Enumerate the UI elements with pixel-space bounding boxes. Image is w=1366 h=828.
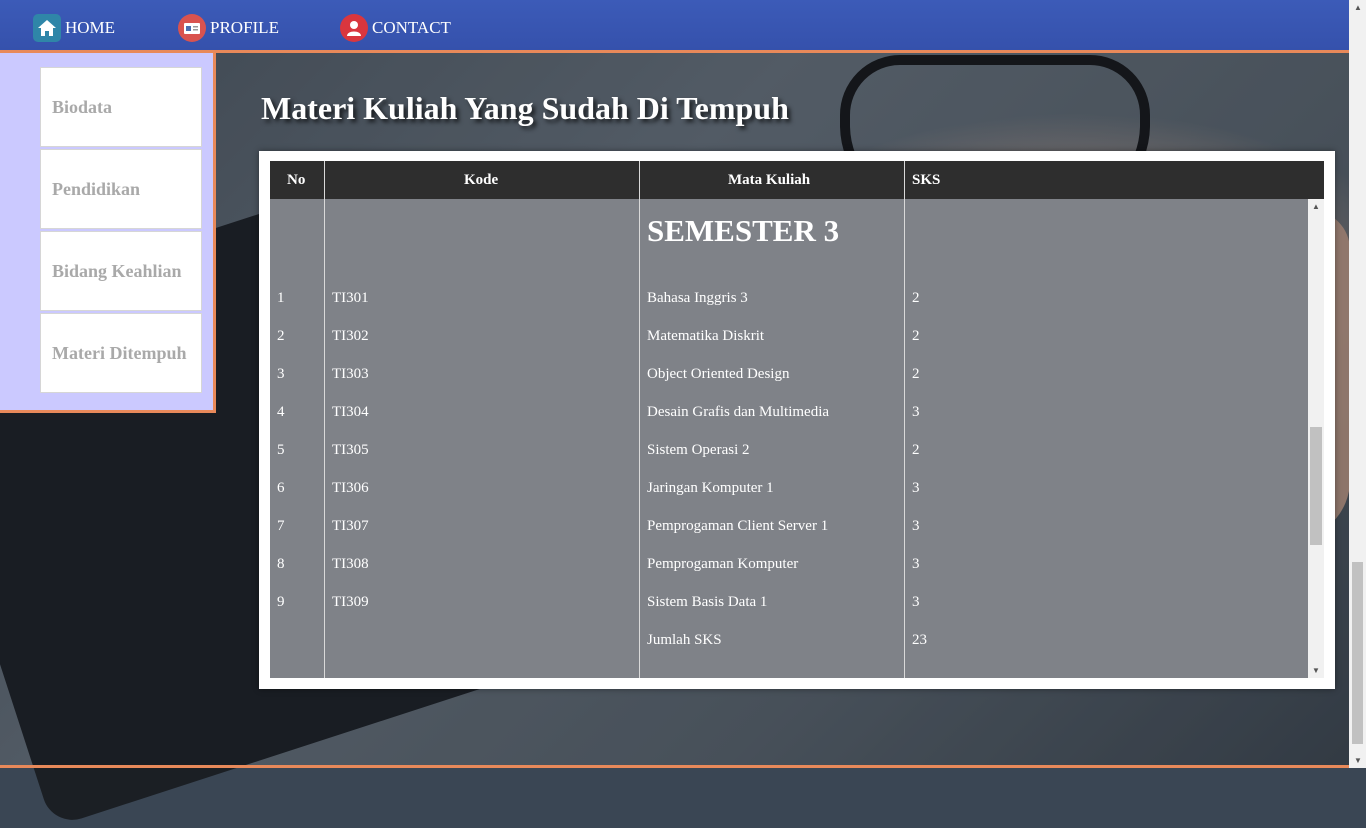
total-label: Jumlah SKS bbox=[647, 632, 722, 648]
sidebar-item-label: Materi Ditempuh bbox=[52, 342, 187, 363]
cell-no: 4 bbox=[277, 404, 285, 420]
cell-sks: 3 bbox=[912, 480, 920, 496]
scroll-down-arrow-icon[interactable]: ▼ bbox=[1312, 666, 1320, 675]
nav-home-label: HOME bbox=[65, 18, 116, 37]
cell-no: 9 bbox=[277, 594, 285, 610]
cell-kode: TI306 bbox=[332, 480, 369, 496]
cell-no: 6 bbox=[277, 480, 285, 496]
cell-sks: 3 bbox=[912, 594, 920, 610]
cell-mata-kuliah: Matematika Diskrit bbox=[647, 328, 765, 344]
cell-kode: TI307 bbox=[332, 518, 369, 534]
table-row: 4 TI304 Desain Grafis dan Multimedia 3 bbox=[270, 404, 1308, 442]
column-header-mata-kuliah: Mata Kuliah bbox=[728, 172, 811, 188]
page-scrollbar[interactable]: ▲ ▼ bbox=[1349, 0, 1366, 768]
table-row: 5 TI305 Sistem Operasi 2 2 bbox=[270, 442, 1308, 480]
table-row: 6 TI306 Jaringan Komputer 1 3 bbox=[270, 480, 1308, 518]
sidebar-item-label: Pendidikan bbox=[52, 178, 141, 199]
sidebar-item-materi-ditempuh[interactable]: Materi Ditempuh bbox=[40, 313, 202, 393]
table-row: 3 TI303 Object Oriented Design 2 bbox=[270, 366, 1308, 404]
sidebar-item-bidang-keahlian[interactable]: Bidang Keahlian bbox=[40, 231, 202, 311]
page-scroll-up-icon[interactable]: ▲ bbox=[1354, 3, 1362, 12]
cell-mata-kuliah: Jaringan Komputer 1 bbox=[647, 480, 774, 496]
cell-kode: TI308 bbox=[332, 556, 369, 572]
cell-no: 5 bbox=[277, 442, 285, 458]
nav-profile-label: PROFILE bbox=[210, 18, 279, 37]
column-divider bbox=[639, 161, 640, 199]
nav-profile[interactable]: PROFILE bbox=[178, 14, 279, 42]
semester-heading: SEMESTER 3 bbox=[647, 213, 840, 248]
cell-sks: 2 bbox=[912, 328, 920, 344]
sidebar: Biodata Pendidikan Bidang Keahlian Mater… bbox=[0, 53, 216, 413]
column-header-sks: SKS bbox=[912, 172, 941, 188]
table-body[interactable]: SEMESTER 3 1 TI301 Bahasa Inggris 3 2 2 … bbox=[270, 199, 1324, 678]
column-header-kode: Kode bbox=[464, 172, 499, 188]
column-header-no: No bbox=[287, 172, 306, 188]
page-title: Materi Kuliah Yang Sudah Di Tempuh bbox=[261, 90, 789, 126]
cell-no: 7 bbox=[277, 518, 285, 534]
cell-kode: TI301 bbox=[332, 290, 369, 306]
cell-kode: TI305 bbox=[332, 442, 369, 458]
sidebar-menu: Biodata Pendidikan Bidang Keahlian Mater… bbox=[40, 67, 202, 395]
nav-home[interactable]: HOME bbox=[33, 14, 115, 42]
cell-mata-kuliah: Pemprogaman Client Server 1 bbox=[647, 518, 829, 534]
cell-kode: TI309 bbox=[332, 594, 369, 610]
table-row: 2 TI302 Matematika Diskrit 2 bbox=[270, 328, 1308, 366]
cell-sks: 2 bbox=[912, 366, 920, 382]
cell-no: 3 bbox=[277, 366, 285, 382]
cell-mata-kuliah: Sistem Basis Data 1 bbox=[647, 594, 768, 610]
cell-sks: 2 bbox=[912, 290, 920, 306]
table-row: 1 TI301 Bahasa Inggris 3 2 bbox=[270, 290, 1308, 328]
page-scroll-down-icon[interactable]: ▼ bbox=[1354, 756, 1362, 765]
sidebar-item-label: Bidang Keahlian bbox=[52, 260, 182, 281]
cell-mata-kuliah: Sistem Operasi 2 bbox=[647, 442, 750, 458]
table-scrollbar[interactable]: ▲ ▼ bbox=[1308, 199, 1324, 678]
cell-sks: 3 bbox=[912, 518, 920, 534]
cell-no: 2 bbox=[277, 328, 285, 344]
cell-mata-kuliah: Desain Grafis dan Multimedia bbox=[647, 404, 830, 420]
table-row: 7 TI307 Pemprogaman Client Server 1 3 bbox=[270, 518, 1308, 556]
cell-kode: TI304 bbox=[332, 404, 369, 420]
cell-mata-kuliah: Bahasa Inggris 3 bbox=[647, 290, 748, 306]
home-icon bbox=[33, 14, 61, 42]
sidebar-item-label: Biodata bbox=[52, 96, 113, 117]
cell-sks: 3 bbox=[912, 404, 920, 420]
cell-kode: TI302 bbox=[332, 328, 369, 344]
cell-no: 1 bbox=[277, 290, 285, 306]
cell-sks: 3 bbox=[912, 556, 920, 572]
cell-mata-kuliah: Pemprogaman Komputer bbox=[647, 556, 799, 572]
column-divider bbox=[324, 161, 325, 199]
cell-mata-kuliah: Object Oriented Design bbox=[647, 366, 790, 382]
nav-contact-label: CONTACT bbox=[372, 18, 451, 37]
course-table-panel: No Kode Mata Kuliah SKS SEMESTER 3 1 TI3… bbox=[259, 151, 1335, 689]
table-row: 8 TI308 Pemprogaman Komputer 3 bbox=[270, 556, 1308, 594]
cell-kode: TI303 bbox=[332, 366, 369, 382]
table-header: No Kode Mata Kuliah SKS bbox=[270, 161, 1324, 199]
table-scrollbar-thumb[interactable] bbox=[1310, 427, 1322, 545]
cell-no: 8 bbox=[277, 556, 285, 572]
table-row: 9 TI309 Sistem Basis Data 1 3 bbox=[270, 594, 1308, 632]
sidebar-item-biodata[interactable]: Biodata bbox=[40, 67, 202, 147]
id-card-icon bbox=[178, 14, 206, 42]
cell-sks: 2 bbox=[912, 442, 920, 458]
nav-contact[interactable]: CONTACT bbox=[340, 14, 451, 42]
page-scrollbar-thumb[interactable] bbox=[1352, 562, 1363, 744]
sidebar-item-pendidikan[interactable]: Pendidikan bbox=[40, 149, 202, 229]
scroll-up-arrow-icon[interactable]: ▲ bbox=[1312, 202, 1320, 211]
table-total-row: Jumlah SKS 23 bbox=[270, 632, 1308, 670]
top-navigation: HOME PROFILE CONTACT bbox=[0, 0, 1349, 53]
total-value: 23 bbox=[912, 632, 927, 648]
user-icon bbox=[340, 14, 368, 42]
column-divider bbox=[904, 161, 905, 199]
